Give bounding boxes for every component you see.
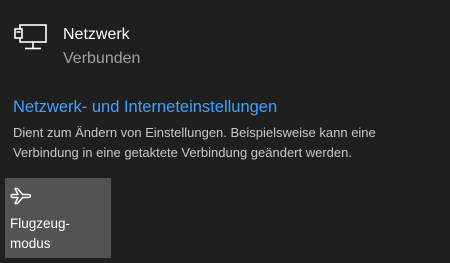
airplane-mode-toggle[interactable]: Flugzeug- modus	[5, 178, 111, 258]
network-status: Verbunden	[63, 50, 141, 67]
airplane-mode-label-line2: modus	[10, 236, 51, 251]
network-settings-description: Dient zum Ändern von Einstellungen. Beis…	[13, 125, 376, 160]
airplane-mode-label: Flugzeug- modus	[10, 214, 106, 254]
network-flyout: Netzwerk Verbunden Netzwerk- und Interne…	[0, 0, 450, 263]
wired-network-icon	[14, 24, 48, 52]
airplane-mode-label-line1: Flugzeug-	[10, 216, 71, 231]
network-settings-link[interactable]: Netzwerk- und Interneteinstellungen	[13, 96, 277, 118]
network-name: Netzwerk	[63, 26, 130, 43]
network-item[interactable]: Netzwerk Verbunden	[0, 0, 450, 80]
airplane-icon	[10, 187, 32, 205]
